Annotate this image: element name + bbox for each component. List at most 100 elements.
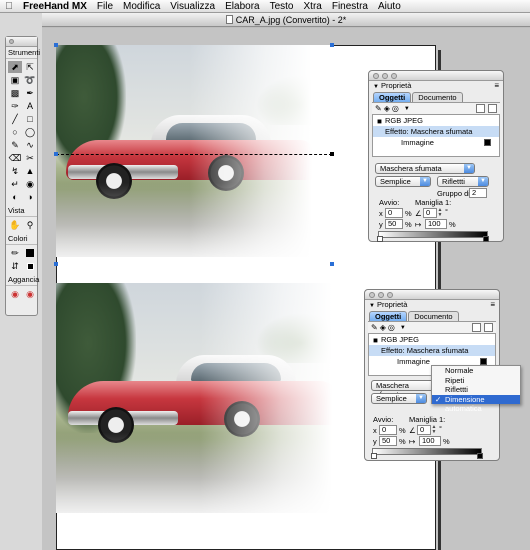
freeform-tool-icon[interactable]: ↯ bbox=[8, 165, 22, 177]
tab-objects[interactable]: Oggetti bbox=[373, 92, 412, 102]
mode-select[interactable]: Riflettti ▼ bbox=[437, 176, 489, 187]
angle-stepper[interactable]: ▲ ▼ bbox=[437, 208, 443, 218]
duplicate-attribute-icon[interactable] bbox=[472, 323, 481, 332]
gradient-stop-end[interactable] bbox=[483, 236, 489, 242]
panel-options-icon[interactable]: ≡ bbox=[494, 81, 499, 91]
snap-to-point-icon[interactable]: ◉ bbox=[8, 288, 22, 300]
menu-aiuto[interactable]: Aiuto bbox=[373, 0, 406, 13]
trash-icon[interactable] bbox=[488, 104, 497, 113]
gradient-ramp[interactable] bbox=[378, 231, 488, 238]
gradient-ramp[interactable] bbox=[372, 448, 482, 455]
swap-colors-icon[interactable]: ⇵ bbox=[8, 260, 22, 272]
close-icon[interactable] bbox=[373, 73, 379, 79]
apple-menu-icon[interactable]:  bbox=[0, 1, 18, 12]
stroke-icon[interactable]: ✎ bbox=[375, 104, 382, 113]
tools-titlebar[interactable] bbox=[6, 37, 37, 47]
minimize-icon[interactable] bbox=[382, 73, 388, 79]
effect-icon[interactable]: ◎ bbox=[388, 323, 395, 332]
blend-select[interactable]: Semplice ▼ bbox=[375, 176, 431, 187]
dropdown-option-normale[interactable]: Normale bbox=[432, 366, 520, 376]
duplicate-attribute-icon[interactable] bbox=[476, 104, 485, 113]
y-field[interactable]: 50 bbox=[379, 436, 397, 446]
eraser-tool-icon[interactable]: ⌫ bbox=[8, 152, 22, 164]
menu-app-name[interactable]: FreeHand MX bbox=[18, 0, 92, 13]
eyedropper-tool-icon[interactable]: ✒ bbox=[23, 87, 37, 99]
polygon-tool-icon[interactable]: ◯ bbox=[23, 126, 37, 138]
minimize-icon[interactable] bbox=[378, 292, 384, 298]
panel-titlebar[interactable] bbox=[365, 290, 499, 300]
connector-tool-icon[interactable]: ↵ bbox=[8, 178, 22, 190]
length-field[interactable]: 100 bbox=[419, 436, 441, 446]
selection-handle-tl[interactable] bbox=[54, 43, 58, 47]
gradient-end-handle[interactable] bbox=[330, 152, 334, 156]
collapse-triangle-icon[interactable]: ▼ bbox=[373, 84, 379, 90]
zoom-icon[interactable] bbox=[391, 73, 397, 79]
hand-tool-icon[interactable]: ✋ bbox=[8, 219, 22, 231]
tab-document[interactable]: Documento bbox=[412, 92, 463, 102]
x-field[interactable]: 0 bbox=[379, 425, 397, 435]
page-tool-icon[interactable]: ▣ bbox=[8, 74, 22, 86]
group-field[interactable]: 2 bbox=[469, 188, 487, 198]
scale-tool-icon[interactable]: ▩ bbox=[8, 87, 22, 99]
trash-icon[interactable] bbox=[484, 323, 493, 332]
menu-visualizza[interactable]: Visualizza bbox=[165, 0, 220, 13]
effect-select[interactable]: Maschera sfumata bbox=[371, 380, 437, 399]
rectangle-tool-icon[interactable]: □ bbox=[23, 113, 37, 125]
ellipse-tool-icon[interactable]: ○ bbox=[8, 126, 22, 138]
blend-select[interactable]: Semplice ▼ bbox=[371, 393, 427, 404]
dropdown-option-riflettti[interactable]: Riflettti bbox=[432, 385, 520, 395]
car-image-bottom[interactable] bbox=[56, 283, 356, 513]
length-field[interactable]: 100 bbox=[425, 219, 447, 229]
close-icon[interactable] bbox=[369, 292, 375, 298]
blend-tool-icon[interactable]: ◐ bbox=[8, 191, 22, 203]
perspective-tool-icon[interactable]: ▲ bbox=[23, 165, 37, 177]
list-item[interactable]: Effetto: Maschera sfumata bbox=[369, 345, 495, 356]
angle-stepper[interactable]: ▲ ▼ bbox=[431, 425, 437, 435]
fill-color-swatch[interactable] bbox=[23, 247, 37, 259]
gradient-stop-end[interactable] bbox=[477, 453, 483, 459]
add-menu-icon[interactable]: ▼ bbox=[404, 106, 410, 112]
pencil-tool-icon[interactable]: ✎ bbox=[8, 139, 22, 151]
selection-handle-bl[interactable] bbox=[54, 262, 58, 266]
list-item[interactable]: Immagine bbox=[373, 137, 499, 148]
knife-tool-icon[interactable]: ✂ bbox=[23, 152, 37, 164]
angle-field[interactable]: 0 bbox=[423, 208, 437, 218]
lasso-tool-icon[interactable]: ➰ bbox=[23, 74, 37, 86]
effect-select[interactable]: Maschera sfumata ▼ bbox=[375, 163, 475, 174]
selection-handle-tr[interactable] bbox=[330, 43, 334, 47]
subselect-tool-icon[interactable]: ⇱ bbox=[23, 61, 37, 73]
menu-elabora[interactable]: Elabora bbox=[220, 0, 264, 13]
tab-objects[interactable]: Oggetti bbox=[369, 311, 408, 321]
gradient-handle-line[interactable] bbox=[56, 154, 332, 155]
menu-xtra[interactable]: Xtra bbox=[299, 0, 327, 13]
stroke-icon[interactable]: ✎ bbox=[371, 323, 378, 332]
text-tool-icon[interactable]: A bbox=[23, 100, 37, 112]
add-menu-icon[interactable]: ▼ bbox=[400, 325, 406, 331]
gradient-stop-start[interactable] bbox=[377, 236, 383, 242]
list-item[interactable]: ◼ RGB JPEG bbox=[373, 115, 499, 126]
gradient-stop-start[interactable] bbox=[371, 453, 377, 459]
stroke-color-icon[interactable]: ✏ bbox=[8, 247, 22, 259]
y-field[interactable]: 50 bbox=[385, 219, 403, 229]
document-titlebar[interactable]: CAR_A.jpg (Convertito) - 2* bbox=[42, 13, 530, 27]
x-field[interactable]: 0 bbox=[385, 208, 403, 218]
pointer-tool-icon[interactable]: ⬈ bbox=[8, 61, 22, 73]
zoom-icon[interactable] bbox=[387, 292, 393, 298]
dropdown-option-ripeti[interactable]: Ripeti bbox=[432, 376, 520, 386]
menu-file[interactable]: File bbox=[92, 0, 118, 13]
list-item[interactable]: Effetto: Maschera sfumata bbox=[373, 126, 499, 137]
fill-icon[interactable]: ◈ bbox=[380, 323, 386, 332]
menu-testo[interactable]: Testo bbox=[265, 0, 299, 13]
menu-modifica[interactable]: Modifica bbox=[118, 0, 165, 13]
mirror-tool-icon[interactable]: ◑ bbox=[23, 191, 37, 203]
spiral-tool-icon[interactable]: ∿ bbox=[23, 139, 37, 151]
gradient-start-handle[interactable] bbox=[54, 152, 58, 156]
zoom-tool-icon[interactable]: ⚲ bbox=[23, 219, 37, 231]
pen-tool-icon[interactable]: ✑ bbox=[8, 100, 22, 112]
effect-icon[interactable]: ◎ bbox=[392, 104, 399, 113]
panel-titlebar[interactable] bbox=[369, 71, 503, 81]
list-item[interactable]: ◼ RGB JPEG bbox=[369, 334, 495, 345]
selection-handle-br[interactable] bbox=[330, 262, 334, 266]
car-image-top[interactable] bbox=[56, 45, 334, 257]
collapse-triangle-icon[interactable]: ▼ bbox=[369, 303, 375, 309]
